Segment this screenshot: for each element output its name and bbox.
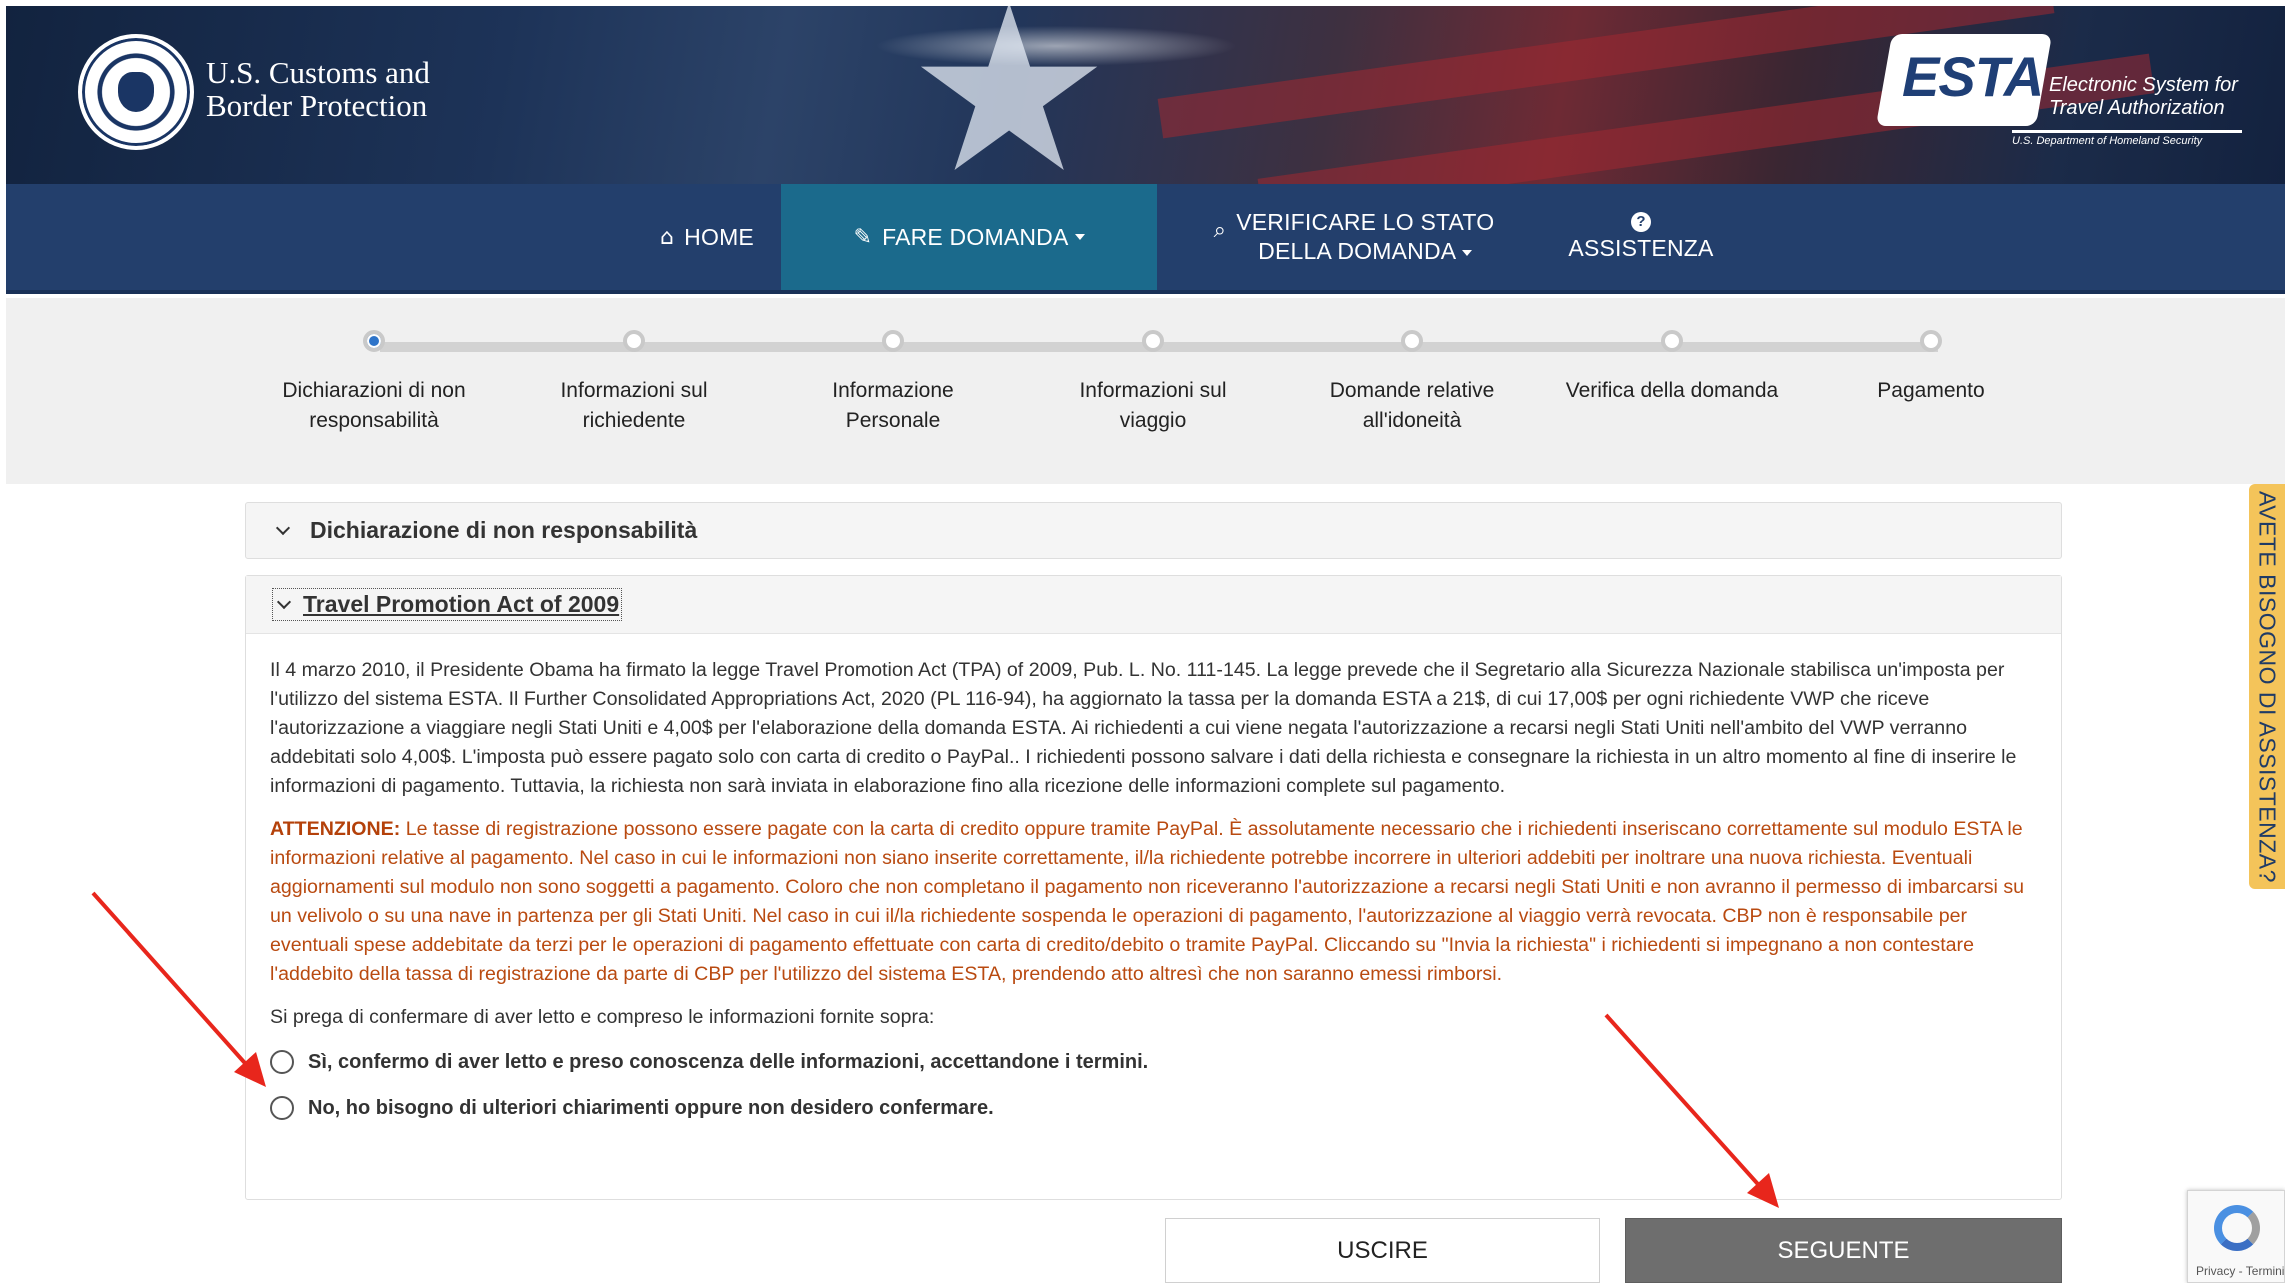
- agency-name-line2: Border Protection: [206, 88, 428, 123]
- step-dot: [1401, 330, 1423, 352]
- step-label: Informazione Personale: [832, 379, 954, 432]
- tpa-panel-title: Travel Promotion Act of 2009: [303, 591, 620, 617]
- step-personal-info: Informazione Personale: [763, 330, 1023, 436]
- warning-text: Le tasse di registrazione possono essere…: [270, 818, 2025, 985]
- step-label: Domande relative all'idoneità: [1329, 379, 1495, 432]
- agency-name[interactable]: U.S. Customs and Border Protection: [206, 56, 430, 122]
- tpa-panel-header: Travel Promotion Act of 2009: [246, 576, 2061, 634]
- chevron-down-icon: [275, 520, 291, 535]
- recaptcha-badge[interactable]: Privacy - Termini: [2187, 1190, 2285, 1283]
- step-dot: [1661, 330, 1683, 352]
- tpa-panel-toggle[interactable]: Travel Promotion Act of 2009: [272, 588, 623, 621]
- step-dot: [623, 330, 645, 352]
- step-label: Verifica della domanda: [1565, 379, 1779, 402]
- nav-check-status[interactable]: ⌕ VERIFICARE LO STATO DELLA DOMANDA: [1192, 184, 1516, 290]
- nav-check-status-label: VERIFICARE LO STATO DELLA DOMANDA: [1236, 208, 1494, 266]
- option-yes-label[interactable]: Sì, confermo di aver letto e preso conos…: [308, 1051, 1148, 1074]
- nav-apply-label: FARE DOMANDA: [882, 223, 1069, 250]
- esta-logo[interactable]: ESTA Electronic System for Travel Author…: [1875, 34, 2284, 152]
- nav-status-line1: VERIFICARE LO STATO: [1236, 209, 1495, 235]
- question-circle-icon: ?: [1631, 211, 1651, 232]
- step-label: Pagamento: [1877, 379, 1985, 402]
- esta-subtitle-line1: Electronic System for: [2049, 74, 2238, 96]
- radio-yes[interactable]: [270, 1050, 294, 1074]
- step-payment: Pagamento: [1801, 330, 2061, 406]
- esta-subtitle: Electronic System for Travel Authorizati…: [2049, 74, 2238, 120]
- warning-label: ATTENZIONE:: [270, 818, 401, 840]
- step-dot: [1920, 330, 1942, 352]
- nav-status-line2: DELLA DOMANDA: [1258, 238, 1457, 264]
- caret-down-icon: [1462, 249, 1473, 256]
- search-icon: ⌕: [1213, 218, 1227, 243]
- nav-home[interactable]: ⌂ HOME: [619, 184, 795, 290]
- confirm-question: Si prega di confermare di aver letto e c…: [270, 1006, 935, 1028]
- step-dot-current: [363, 330, 385, 352]
- step-travel-info: Informazioni sul viaggio: [1023, 330, 1283, 436]
- tpa-panel-body: Il 4 marzo 2010, il Presidente Obama ha …: [246, 634, 2061, 1125]
- step-review: Verifica della domanda: [1542, 330, 1802, 406]
- nav-help[interactable]: ? ASSISTENZA: [1546, 184, 1736, 290]
- step-dot: [1142, 330, 1164, 352]
- option-no-label[interactable]: No, ho bisogno di ulteriori chiarimenti …: [308, 1097, 994, 1120]
- disclaimer-panel-title: Dichiarazione di non responsabilità: [310, 517, 698, 543]
- radio-no[interactable]: [270, 1096, 294, 1120]
- home-icon: ⌂: [660, 224, 675, 250]
- caret-down-icon: [1074, 234, 1085, 240]
- nav-help-label: ASSISTENZA: [1568, 234, 1714, 261]
- arrow-to-yes-option: [91, 891, 254, 1073]
- step-label: Informazioni sul viaggio: [1079, 379, 1227, 432]
- payment-warning: ATTENZIONE: Le tasse di registrazione po…: [270, 815, 2037, 989]
- recaptcha-privacy-terms[interactable]: Privacy - Termini: [2196, 1264, 2284, 1278]
- tpa-panel: Travel Promotion Act of 2009 Il 4 marzo …: [245, 575, 2062, 1200]
- step-label: Dichiarazioni di non responsabilità: [282, 379, 466, 432]
- disclaimer-panel-toggle[interactable]: Dichiarazione di non responsabilità: [245, 502, 2062, 559]
- tpa-paragraph: Il 4 marzo 2010, il Presidente Obama ha …: [270, 659, 2017, 797]
- next-button[interactable]: SEGUENTE: [1625, 1218, 2062, 1283]
- recaptcha-icon: [2214, 1205, 2260, 1251]
- esta-logo-text: ESTA: [1902, 45, 2044, 108]
- flag-star: ★: [906, 6, 1113, 184]
- step-label: Informazioni sul richiedente: [560, 379, 708, 432]
- help-side-tab[interactable]: AVETE BISOGNO DI ASSISTENZA?: [2249, 484, 2285, 889]
- esta-department: U.S. Department of Homeland Security: [2012, 130, 2242, 147]
- step-disclaimer: Dichiarazioni di non responsabilità: [244, 330, 504, 436]
- step-dot: [882, 330, 904, 352]
- main-nav: ⌂ HOME ✎ FARE DOMANDA ⌕ VERIFICARE LO ST…: [6, 184, 2285, 294]
- exit-button[interactable]: USCIRE: [1165, 1218, 1600, 1283]
- help-side-tab-label: AVETE BISOGNO DI ASSISTENZA?: [2254, 490, 2281, 883]
- step-applicant-info: Informazioni sul richiedente: [504, 330, 764, 436]
- option-yes-row[interactable]: Sì, confermo di aver letto e preso conos…: [270, 1045, 2037, 1079]
- option-no-row[interactable]: No, ho bisogno di ulteriori chiarimenti …: [270, 1091, 2037, 1125]
- nav-apply[interactable]: ✎ FARE DOMANDA: [781, 184, 1157, 290]
- header-banner: ★ U.S. Customs and Border Protection EST…: [6, 6, 2285, 184]
- step-eligibility: Domande relative all'idoneità: [1282, 330, 1542, 436]
- chevron-down-icon: [276, 594, 292, 609]
- progress-steps: Dichiarazioni di non responsabilità Infor…: [6, 298, 2285, 484]
- pencil-icon: ✎: [853, 224, 873, 250]
- esta-subtitle-line2: Travel Authorization: [2049, 97, 2225, 119]
- agency-name-line1: U.S. Customs and: [206, 55, 430, 90]
- nav-home-label: HOME: [684, 223, 754, 250]
- nav-status-line2-wrap: DELLA DOMANDA: [1258, 237, 1473, 266]
- nav-help-stack: ? ASSISTENZA: [1568, 211, 1714, 263]
- dhs-seal-logo[interactable]: [78, 34, 194, 150]
